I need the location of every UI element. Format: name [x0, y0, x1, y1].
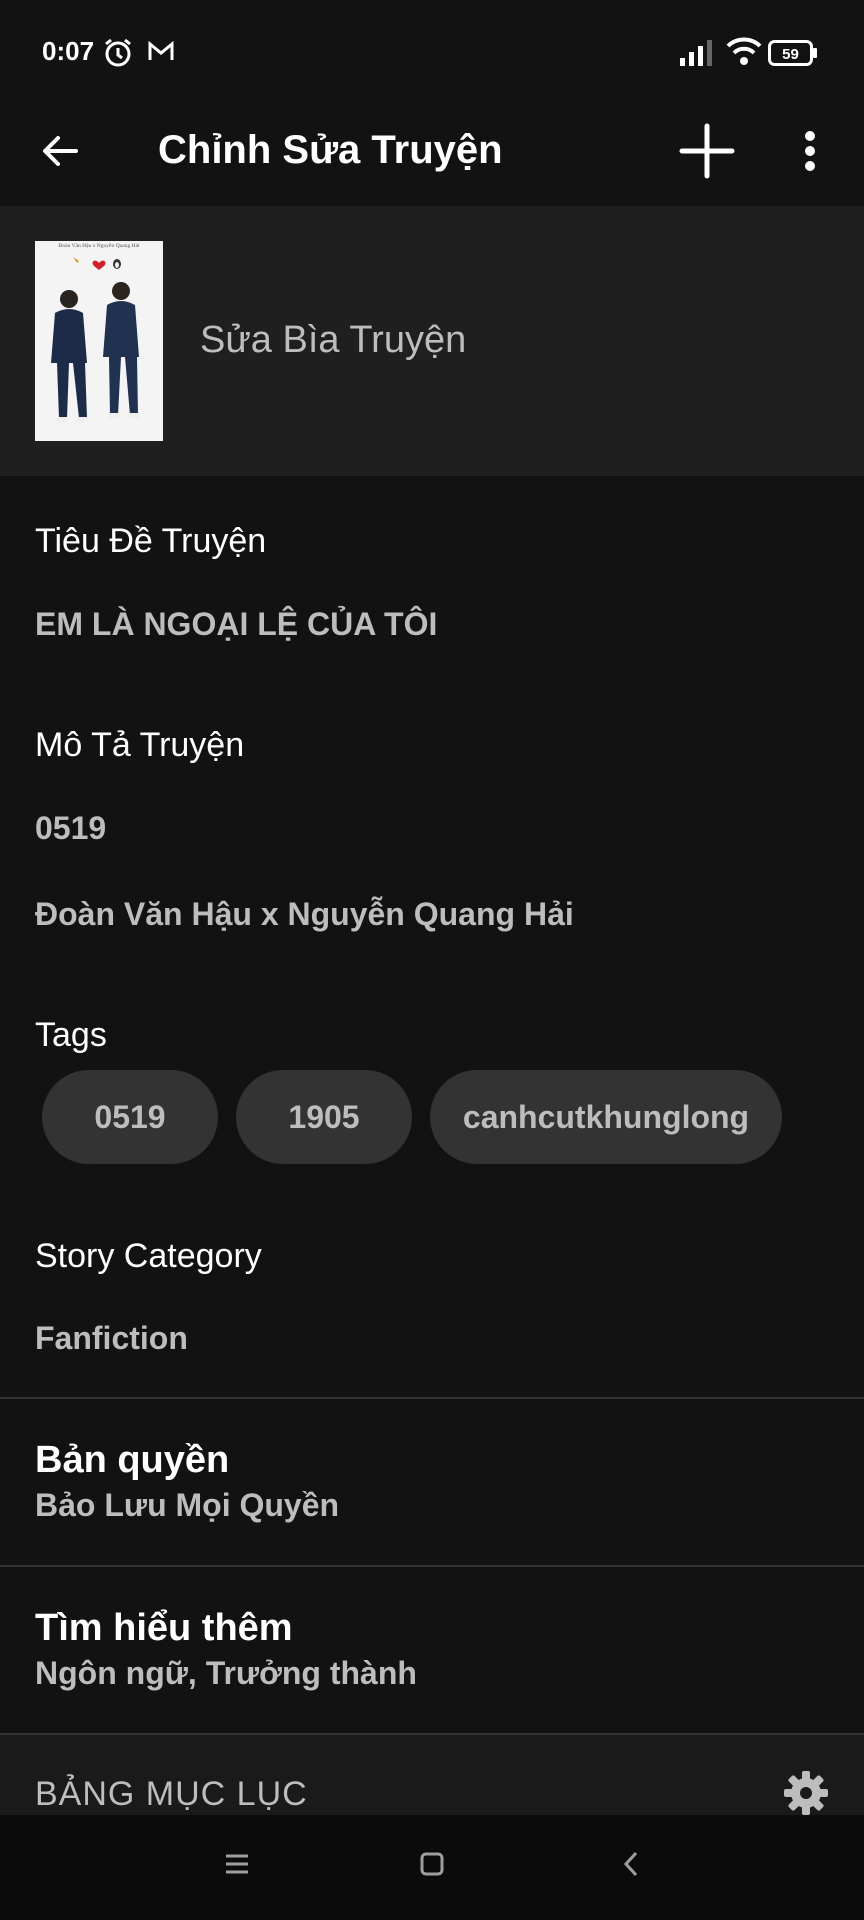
tags-label: Tags	[35, 1016, 107, 1054]
wifi-icon	[726, 36, 762, 71]
edit-cover-row[interactable]: Đoàn Văn Hậu x Nguyễn Quang Hải Sửa Bìa …	[0, 206, 864, 476]
status-time: 0:07	[42, 36, 95, 66]
cover-caption: Đoàn Văn Hậu x Nguyễn Quang Hải	[58, 242, 140, 249]
copyright-title: Bản quyền	[35, 1439, 230, 1481]
home-square-icon	[419, 1851, 445, 1882]
story-category-label: Story Category	[35, 1237, 262, 1275]
back-chevron-icon	[621, 1850, 641, 1883]
back-button[interactable]	[30, 123, 90, 183]
story-title-value[interactable]: EM LÀ NGOẠI LỆ CỦA TÔI	[35, 606, 437, 643]
toc-settings-button[interactable]	[780, 1769, 832, 1821]
system-nav-bar	[0, 1815, 864, 1920]
copyright-row[interactable]: Bản quyền Bảo Lưu Mọi Quyền	[0, 1399, 864, 1565]
back-arrow-icon	[40, 131, 80, 176]
recent-apps-button[interactable]	[216, 1845, 258, 1887]
table-of-contents-header: BẢNG MỤC LỤC	[0, 1735, 864, 1815]
tag-chip[interactable]: 0519	[42, 1070, 218, 1164]
tag-chip[interactable]: 1905	[236, 1070, 412, 1164]
learn-more-value: Ngôn ngữ, Trưởng thành	[35, 1655, 417, 1691]
battery-icon: 59	[768, 40, 818, 71]
gear-icon	[783, 1770, 829, 1821]
edit-cover-label: Sửa Bìa Truyện	[200, 319, 467, 361]
plus-icon	[679, 123, 735, 184]
copyright-value: Bảo Lưu Mọi Quyền	[35, 1487, 340, 1523]
story-description-line-1[interactable]: 0519	[35, 810, 106, 847]
learn-more-row[interactable]: Tìm hiểu thêm Ngôn ngữ, Trưởng thành	[0, 1567, 864, 1733]
app-bar: Chỉnh Sửa Truyện	[0, 100, 864, 206]
story-category-value[interactable]: Fanfiction	[35, 1320, 188, 1357]
menu-icon	[224, 1853, 250, 1880]
gmail-icon	[146, 36, 176, 71]
alarm-icon	[102, 36, 134, 73]
story-description-label: Mô Tả Truyện	[35, 726, 245, 764]
tag-chip[interactable]: canhcutkhunglong	[430, 1070, 782, 1164]
system-back-button[interactable]	[610, 1845, 652, 1887]
learn-more-title: Tìm hiểu thêm	[35, 1607, 293, 1649]
page-title: Chỉnh Sửa Truyện	[158, 128, 503, 172]
more-vertical-icon	[804, 130, 816, 176]
table-of-contents-label: BẢNG MỤC LỤC	[35, 1775, 308, 1813]
more-options-button[interactable]	[785, 123, 835, 183]
story-cover-image: Đoàn Văn Hậu x Nguyễn Quang Hải	[35, 241, 163, 441]
signal-icon	[678, 38, 716, 71]
story-description-line-2[interactable]: Đoàn Văn Hậu x Nguyễn Quang Hải	[35, 896, 574, 933]
add-part-button[interactable]	[675, 121, 739, 185]
home-button[interactable]	[411, 1845, 453, 1887]
battery-level: 59	[782, 46, 799, 63]
status-bar: 0:07 59	[0, 0, 864, 100]
story-title-label: Tiêu Đề Truyện	[35, 522, 267, 560]
